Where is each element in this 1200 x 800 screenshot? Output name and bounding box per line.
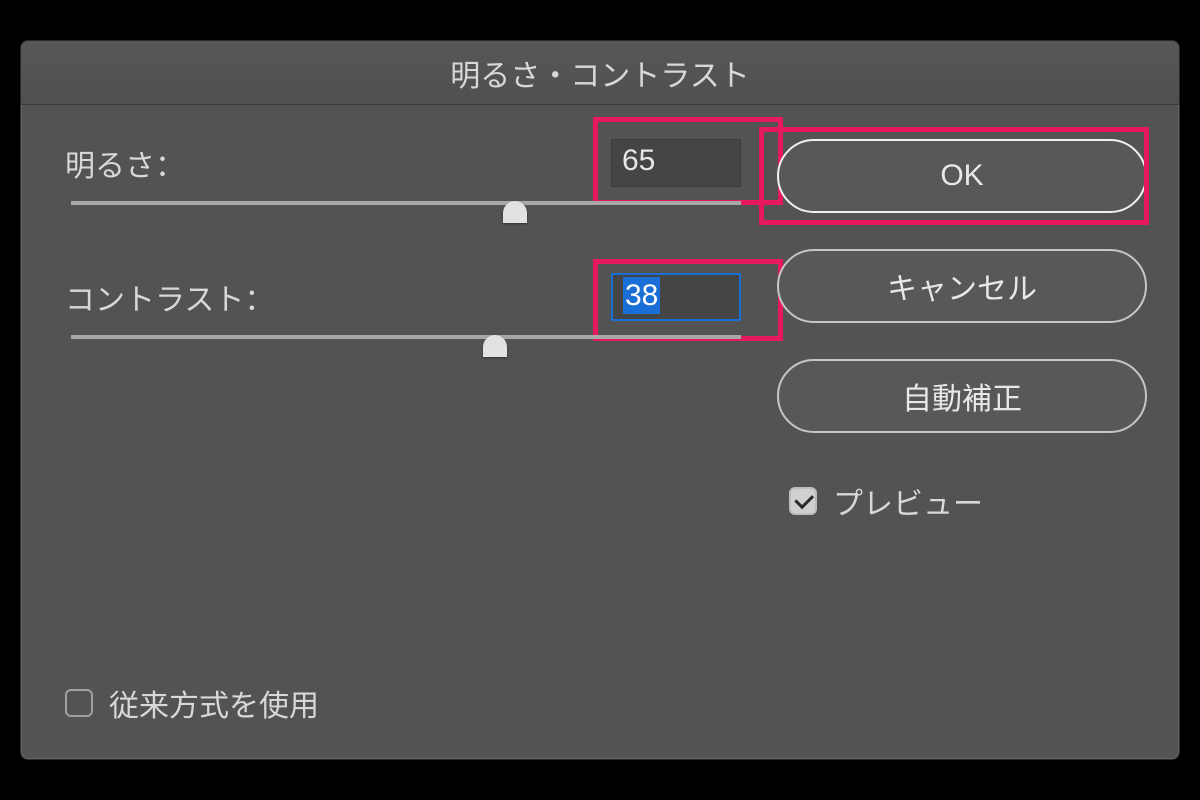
legacy-checkbox[interactable] bbox=[65, 689, 93, 717]
cancel-button[interactable]: キャンセル bbox=[777, 249, 1147, 323]
buttons-column: OK キャンセル 自動補正 プレビュー bbox=[777, 139, 1147, 733]
dialog-title-text: 明るさ・コントラスト bbox=[450, 51, 749, 95]
contrast-slider-thumb[interactable] bbox=[483, 335, 507, 357]
brightness-value-text: 65 bbox=[622, 144, 655, 177]
contrast-input[interactable]: 38 bbox=[611, 273, 741, 321]
legacy-row: 従来方式を使用 bbox=[65, 681, 747, 733]
brightness-slider[interactable] bbox=[65, 197, 747, 223]
auto-button[interactable]: 自動補正 bbox=[777, 359, 1147, 433]
contrast-value-text: 38 bbox=[623, 277, 660, 314]
parameters-column: 明るさ： 65 コントラスト： bbox=[65, 139, 777, 733]
brightness-input[interactable]: 65 bbox=[611, 139, 741, 187]
brightness-block: 明るさ： 65 bbox=[65, 139, 747, 223]
dialog-body: 明るさ： 65 コントラスト： bbox=[21, 105, 1179, 759]
preview-checkbox[interactable] bbox=[789, 487, 817, 515]
brightness-label: 明るさ： bbox=[65, 141, 185, 185]
contrast-label: コントラスト： bbox=[65, 275, 274, 319]
preview-row: プレビュー bbox=[777, 479, 1147, 523]
ok-button-label: OK bbox=[940, 159, 983, 193]
auto-button-label: 自動補正 bbox=[902, 374, 1022, 418]
preview-label: プレビュー bbox=[833, 479, 983, 523]
brightness-contrast-dialog: 明るさ・コントラスト 明るさ： 65 bbox=[20, 40, 1180, 760]
legacy-label: 従来方式を使用 bbox=[109, 681, 319, 725]
ok-button[interactable]: OK bbox=[777, 139, 1147, 213]
contrast-slider[interactable] bbox=[65, 331, 747, 357]
cancel-button-label: キャンセル bbox=[887, 264, 1037, 308]
contrast-block: コントラスト： 38 bbox=[65, 273, 747, 357]
dialog-title: 明るさ・コントラスト bbox=[21, 41, 1179, 105]
brightness-slider-thumb[interactable] bbox=[503, 201, 527, 223]
